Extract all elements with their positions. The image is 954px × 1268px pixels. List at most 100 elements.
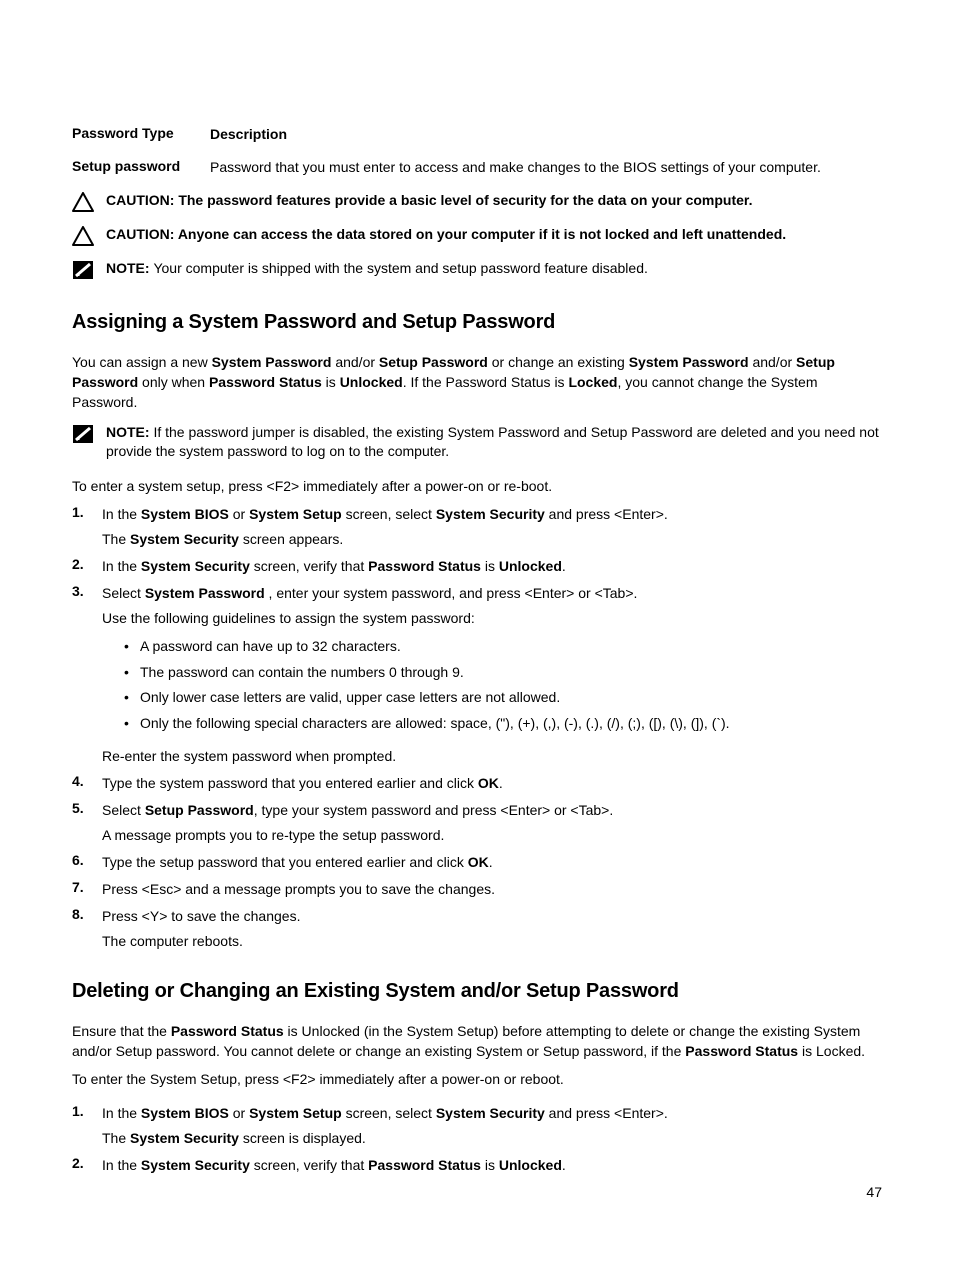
text: . xyxy=(562,558,566,574)
section-heading: Assigning a System Password and Setup Pa… xyxy=(72,311,882,334)
bold-text: Setup Password xyxy=(145,802,254,818)
instruction-text: To enter a system setup, press <F2> imme… xyxy=(72,476,882,496)
text: screen, select xyxy=(342,1105,436,1121)
note-text: NOTE: Your computer is shipped with the … xyxy=(106,259,882,279)
bullet-item: A password can have up to 32 characters. xyxy=(124,637,882,657)
text: . If the Password Status is xyxy=(403,374,569,390)
text: only when xyxy=(138,374,209,390)
item-body: Select System Password , enter your syst… xyxy=(102,583,882,766)
bold-text: System Security xyxy=(141,558,250,574)
bullet-item: Only lower case letters are valid, upper… xyxy=(124,688,882,708)
note-label: NOTE: xyxy=(106,424,153,440)
bold-text: OK xyxy=(478,775,499,791)
bold-text: System BIOS xyxy=(141,506,229,522)
text: is Locked. xyxy=(798,1043,865,1059)
note-icon xyxy=(72,259,106,283)
text: is xyxy=(322,374,340,390)
bold-text: System Security xyxy=(141,1157,250,1173)
bullet-item: The password can contain the numbers 0 t… xyxy=(124,663,882,683)
item-number: 5. xyxy=(72,800,102,846)
list-item: 7. Press <Esc> and a message prompts you… xyxy=(72,879,882,900)
bold-text: System BIOS xyxy=(141,1105,229,1121)
instruction-text: To enter the System Setup, press <F2> im… xyxy=(72,1069,882,1089)
bold-text: System Security xyxy=(130,531,239,547)
bold-text: System Setup xyxy=(249,1105,342,1121)
sub-instruction: Use the following guidelines to assign t… xyxy=(102,608,882,629)
text: In the xyxy=(102,1157,141,1173)
text: . xyxy=(489,854,493,870)
text: or xyxy=(229,1105,249,1121)
bold-text: System Security xyxy=(436,1105,545,1121)
ordered-list: 1. In the System BIOS or System Setup sc… xyxy=(72,1103,882,1176)
section-heading: Deleting or Changing an Existing System … xyxy=(72,980,882,1003)
bold-text: System Password xyxy=(145,585,265,601)
bullet-item: Only the following special characters ar… xyxy=(124,714,882,734)
caution-text: CAUTION: Anyone can access the data stor… xyxy=(106,225,882,245)
note-text: NOTE: If the password jumper is disabled… xyxy=(106,423,882,462)
sub-instruction: The computer reboots. xyxy=(102,931,882,952)
text: or change an existing xyxy=(488,354,629,370)
item-number: 8. xyxy=(72,906,102,952)
text: In the xyxy=(102,506,141,522)
text: and/or xyxy=(749,354,796,370)
text: In the xyxy=(102,558,141,574)
item-number: 4. xyxy=(72,773,102,794)
note-body: Your computer is shipped with the system… xyxy=(153,260,647,276)
page-number: 47 xyxy=(866,1184,882,1200)
bold-text: System Setup xyxy=(249,506,342,522)
bold-text: Locked xyxy=(568,374,617,390)
item-number: 6. xyxy=(72,852,102,873)
item-body: Select Setup Password, type your system … xyxy=(102,800,882,846)
list-item: 1. In the System BIOS or System Setup sc… xyxy=(72,1103,882,1149)
list-item: 1. In the System BIOS or System Setup sc… xyxy=(72,504,882,550)
list-item: 8. Press <Y> to save the changes. The co… xyxy=(72,906,882,952)
table-cell-desc: Password that you must enter to access a… xyxy=(210,158,882,177)
list-item: 2. In the System Security screen, verify… xyxy=(72,1155,882,1176)
bold-text: Password Status xyxy=(171,1023,284,1039)
bold-text: Password Status xyxy=(368,558,481,574)
bold-text: System Password xyxy=(212,354,332,370)
item-number: 1. xyxy=(72,1103,102,1149)
item-body: In the System Security screen, verify th… xyxy=(102,556,882,577)
list-item: 2. In the System Security screen, verify… xyxy=(72,556,882,577)
note-label: NOTE: xyxy=(106,260,153,276)
bold-text: OK xyxy=(468,854,489,870)
caution-label: CAUTION: xyxy=(106,192,178,208)
caution-icon xyxy=(72,225,106,249)
text: . xyxy=(562,1157,566,1173)
item-body: In the System BIOS or System Setup scree… xyxy=(102,1103,882,1149)
text: screen appears. xyxy=(239,531,343,547)
text: and press <Enter>. xyxy=(545,506,668,522)
caution-text: CAUTION: The password features provide a… xyxy=(106,191,882,211)
table-header-row: Password Type Description xyxy=(72,125,882,144)
list-item: 3. Select System Password , enter your s… xyxy=(72,583,882,766)
text: and/or xyxy=(331,354,378,370)
text: Press <Y> to save the changes. xyxy=(102,908,300,924)
table-row: Setup password Password that you must en… xyxy=(72,158,882,177)
text: screen, select xyxy=(342,506,436,522)
text: screen, verify that xyxy=(250,558,368,574)
text: or xyxy=(229,506,249,522)
text: In the xyxy=(102,1105,141,1121)
text: is xyxy=(481,558,499,574)
item-number: 2. xyxy=(72,1155,102,1176)
text: Ensure that the xyxy=(72,1023,171,1039)
list-item: 4. Type the system password that you ent… xyxy=(72,773,882,794)
caution-body: Anyone can access the data stored on you… xyxy=(178,226,786,242)
table-cell-type: Setup password xyxy=(72,158,210,177)
note-icon xyxy=(72,423,106,447)
item-body: Type the setup password that you entered… xyxy=(102,852,882,873)
caution-label: CAUTION: xyxy=(106,226,178,242)
ordered-list: 1. In the System BIOS or System Setup sc… xyxy=(72,504,882,951)
text: , enter your system password, and press … xyxy=(265,585,638,601)
item-number: 2. xyxy=(72,556,102,577)
bold-text: Unlocked xyxy=(499,1157,562,1173)
bold-text: Password Status xyxy=(368,1157,481,1173)
text: is xyxy=(481,1157,499,1173)
text: Type the system password that you entere… xyxy=(102,775,478,791)
table-header-type: Password Type xyxy=(72,125,210,144)
text: Select xyxy=(102,585,145,601)
item-number: 1. xyxy=(72,504,102,550)
list-item: 6. Type the setup password that you ente… xyxy=(72,852,882,873)
text: and press <Enter>. xyxy=(545,1105,668,1121)
